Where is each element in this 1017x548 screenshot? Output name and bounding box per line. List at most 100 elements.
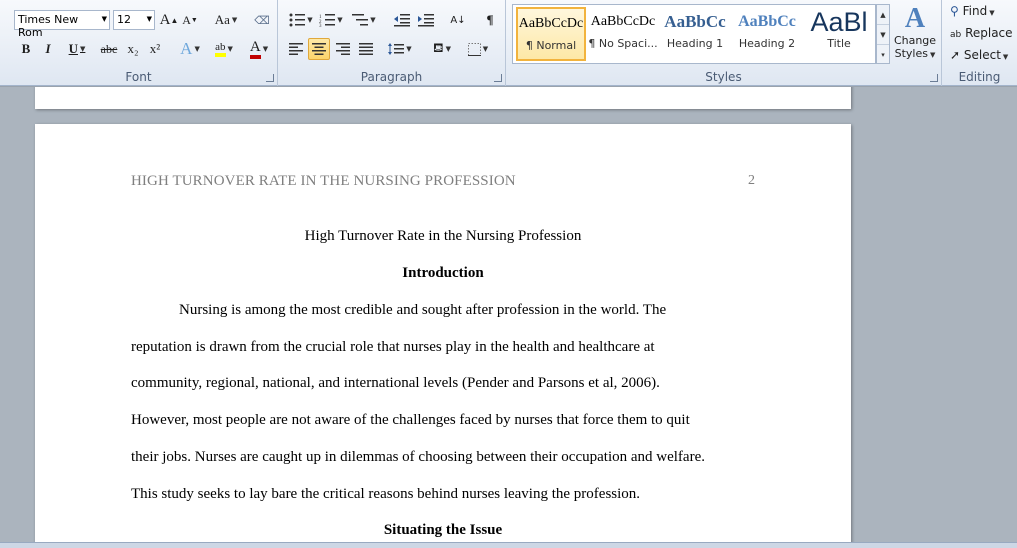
italic-icon: I — [45, 41, 51, 56]
align-left-button[interactable] — [286, 38, 306, 60]
paragraph-group-label: Paragraph — [360, 70, 423, 84]
paragraph-line: reputation is drawn from the crucial rol… — [131, 339, 655, 355]
bold-button[interactable]: B — [16, 38, 36, 60]
underline-icon: U — [68, 41, 78, 56]
paragraph-line: their jobs. Nurses are caught up in dile… — [131, 449, 705, 465]
style-heading-2[interactable]: AaBbCc Heading 2 — [732, 7, 802, 61]
italic-button[interactable]: I — [38, 38, 58, 60]
gallery-more-icon[interactable]: ▾ — [877, 45, 889, 65]
line-spacing-button[interactable]: ▼ — [386, 38, 414, 60]
style-preview: AaBbCcDc — [590, 14, 656, 29]
sort-button[interactable]: A↓ — [448, 9, 468, 31]
bold-icon: B — [21, 41, 31, 56]
style-preview: AaBbCc — [738, 13, 796, 30]
styles-gallery-scroll[interactable]: ▲ ▼ ▾ — [876, 4, 890, 64]
styles-gallery: AaBbCcDc ¶ Normal AaBbCcDc ¶ No Spaci...… — [512, 4, 876, 64]
decrease-indent-icon — [394, 14, 410, 27]
numbering-button[interactable]: 1 2 3 ▼ — [318, 9, 344, 31]
font-group: Times New Rom ▼ 12 ▼ A ▲ A ▼ Aa ▼ ⌫ B I U ▼ … — [0, 0, 278, 86]
justify-icon — [359, 43, 373, 55]
font-name-value: Times New Rom — [18, 13, 79, 39]
style-name: Title — [827, 37, 851, 50]
style-name: Heading 2 — [738, 37, 796, 50]
font-size-combo[interactable]: 12 ▼ — [113, 10, 155, 30]
increase-indent-button[interactable] — [416, 9, 436, 31]
editing-group-label: Editing — [958, 70, 1001, 84]
running-header: HIGH TURNOVER RATE IN THE NURSING PROFES… — [131, 173, 516, 189]
grow-font-button[interactable]: A ▲ — [159, 9, 179, 31]
paragraph-line: community, regional, national, and inter… — [131, 375, 660, 391]
paragraph-dialog-launcher-icon[interactable] — [494, 74, 502, 82]
decrease-indent-button[interactable] — [392, 9, 412, 31]
situating-issue-heading: Situating the Issue — [383, 522, 503, 538]
multilevel-list-button[interactable]: ▼ — [350, 9, 378, 31]
show-marks-button[interactable]: ¶ — [480, 9, 500, 31]
superscript-button[interactable]: x² — [145, 38, 165, 60]
justify-button[interactable] — [356, 38, 376, 60]
style-preview: AaBl — [810, 7, 868, 37]
font-color-button[interactable]: A ▼ — [244, 38, 274, 60]
style-title[interactable]: AaBl Title — [804, 7, 874, 61]
editing-group: ⚲ Find ▼ ab Replace ➚ Select ▼ Editing — [942, 0, 1017, 86]
clear-formatting-icon: ⌫ — [254, 14, 270, 27]
increase-indent-icon — [418, 14, 434, 27]
document-title: High Turnover Rate in the Nursing Profes… — [304, 228, 582, 244]
find-button[interactable]: ⚲ Find ▼ — [950, 4, 995, 20]
chevron-down-icon: ▼ — [101, 15, 107, 23]
ribbon: Times New Rom ▼ 12 ▼ A ▲ A ▼ Aa ▼ ⌫ B I U ▼ … — [0, 0, 1017, 86]
style-heading-1[interactable]: AaBbCc Heading 1 — [660, 7, 730, 61]
sort-icon: A↓ — [450, 14, 466, 26]
subscript-icon: x₂ — [127, 41, 139, 56]
cursor-arrow-icon: ➚ — [950, 48, 961, 62]
svg-text:3: 3 — [319, 24, 322, 27]
numbering-icon: 123 — [319, 14, 336, 27]
style-no-spacing[interactable]: AaBbCcDc ¶ No Spaci... — [588, 7, 658, 61]
style-name: ¶ Normal — [525, 39, 577, 52]
font-color-icon: A — [249, 39, 261, 59]
borders-button[interactable]: ▼ — [464, 38, 492, 60]
binoculars-icon: ⚲ — [950, 4, 959, 18]
bullets-button[interactable]: ▼ — [288, 9, 314, 31]
pilcrow-icon: ¶ — [486, 12, 494, 27]
highlight-button[interactable]: ab ▼ — [208, 38, 240, 60]
subscript-button[interactable]: x₂ — [123, 38, 143, 60]
strikethrough-icon: abc — [100, 41, 118, 56]
align-right-icon — [336, 43, 350, 55]
scroll-up-icon[interactable]: ▲ — [877, 5, 889, 25]
shrink-font-button[interactable]: A ▼ — [181, 9, 199, 31]
font-size-value: 12 — [117, 13, 131, 26]
select-button[interactable]: ➚ Select ▼ — [950, 48, 1008, 64]
multilevel-list-icon — [352, 14, 369, 26]
text-effects-button[interactable]: A ▼ — [176, 38, 204, 60]
grow-font-icon: A — [159, 11, 171, 28]
change-styles-label-2-wrap: Styles ▼ — [892, 47, 938, 60]
align-right-button[interactable] — [333, 38, 353, 60]
document-area[interactable]: HIGH TURNOVER RATE IN THE NURSING PROFES… — [0, 87, 1017, 542]
clear-formatting-button[interactable]: ⌫ — [252, 9, 272, 31]
align-center-button[interactable] — [308, 38, 330, 60]
shading-button[interactable]: ⛾ ▼ — [428, 38, 456, 60]
change-case-button[interactable]: Aa ▼ — [212, 9, 240, 31]
status-bar — [0, 542, 1017, 548]
style-name: ¶ No Spaci... — [588, 37, 658, 50]
align-center-icon — [312, 43, 326, 55]
replace-button[interactable]: ab Replace — [950, 26, 1013, 42]
bullets-icon — [289, 13, 306, 27]
chevron-down-icon: ▼ — [146, 15, 152, 23]
font-dialog-launcher-icon[interactable] — [266, 74, 274, 82]
underline-button[interactable]: U ▼ — [62, 38, 92, 60]
document-page[interactable]: HIGH TURNOVER RATE IN THE NURSING PROFES… — [35, 124, 851, 542]
style-normal[interactable]: AaBbCcDc ¶ Normal — [516, 7, 586, 61]
page-number: 2 — [748, 173, 755, 188]
strikethrough-button[interactable]: abc — [97, 38, 121, 60]
scroll-down-icon[interactable]: ▼ — [877, 25, 889, 45]
change-styles-button[interactable]: A Change Styles ▼ — [892, 4, 938, 66]
font-name-combo[interactable]: Times New Rom ▼ — [14, 10, 110, 39]
borders-icon — [467, 42, 481, 56]
chevron-down-icon: ▼ — [929, 51, 936, 59]
styles-dialog-launcher-icon[interactable] — [930, 74, 938, 82]
change-styles-label-2: Styles — [894, 47, 928, 60]
text-effects-icon: A — [180, 39, 193, 58]
line-spacing-icon — [388, 43, 405, 55]
style-preview: AaBbCc — [664, 12, 726, 31]
